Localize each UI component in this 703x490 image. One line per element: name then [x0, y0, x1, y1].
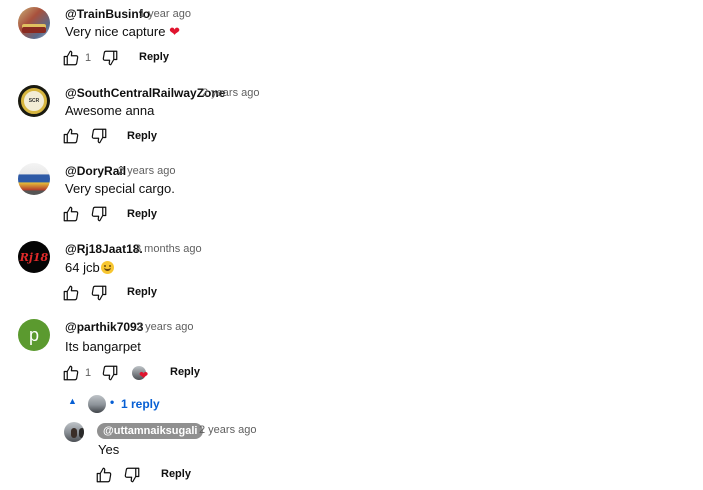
- thumb-down-icon[interactable]: [101, 364, 119, 382]
- comment-author[interactable]: @Rj18Jaat18.: [65, 242, 143, 256]
- replies-count-label: 1 reply: [121, 397, 160, 411]
- thumb-down-icon[interactable]: [101, 49, 119, 67]
- comment-author[interactable]: @DoryRail: [65, 164, 126, 178]
- reply-button[interactable]: Reply: [127, 286, 157, 298]
- reply-avatar-mini: [88, 395, 106, 413]
- thumb-down-icon[interactable]: [90, 127, 108, 145]
- thumb-up-icon[interactable]: [62, 364, 80, 382]
- comment-text: Very special cargo.: [65, 181, 175, 196]
- reply-button[interactable]: Reply: [127, 208, 157, 220]
- avatar[interactable]: [18, 163, 50, 195]
- avatar-letter: p: [28, 324, 39, 345]
- thumb-down-icon[interactable]: [123, 466, 141, 484]
- comment-time[interactable]: 1 year ago: [139, 8, 191, 20]
- avatar[interactable]: p: [18, 319, 50, 351]
- thumb-down-icon[interactable]: [90, 205, 108, 223]
- reply-button[interactable]: Reply: [139, 51, 169, 63]
- thumb-up-icon[interactable]: [62, 49, 80, 67]
- thumb-up-icon[interactable]: [62, 127, 80, 145]
- thumb-up-icon[interactable]: [95, 466, 113, 484]
- railway-logo-icon: SCR: [21, 88, 47, 114]
- avatar[interactable]: SCR: [18, 85, 50, 117]
- reply-time[interactable]: 2 years ago: [199, 424, 256, 436]
- thumb-up-icon[interactable]: [62, 284, 80, 302]
- thumb-down-icon[interactable]: [90, 284, 108, 302]
- avatar[interactable]: [64, 422, 84, 442]
- comment-text: 64 jcb: [65, 260, 114, 275]
- comment-text-content: Very nice capture: [65, 24, 166, 39]
- thumb-up-icon[interactable]: [62, 205, 80, 223]
- creator-heart-icon[interactable]: ❤: [132, 366, 150, 384]
- avatar[interactable]: [18, 7, 50, 39]
- caret-up-icon: ▲: [68, 396, 77, 406]
- comment-text: Very nice capture ❤: [65, 24, 180, 40]
- reply-button[interactable]: Reply: [127, 130, 157, 142]
- separator-dot: •: [110, 395, 115, 409]
- comment-text: Awesome anna: [65, 103, 155, 118]
- comment-time[interactable]: 2 years ago: [136, 321, 193, 333]
- heart-icon: ❤: [139, 370, 149, 382]
- like-count: 1: [85, 52, 92, 64]
- comment-time[interactable]: 2 years ago: [118, 165, 175, 177]
- like-count: 1: [85, 367, 92, 379]
- reply-author[interactable]: @uttamnaiksugali: [97, 423, 204, 439]
- reply-button[interactable]: Reply: [161, 468, 191, 480]
- smile-emoji-icon: [100, 261, 114, 274]
- comment-text: Its bangarpet: [65, 339, 141, 354]
- comment-time[interactable]: 2 years ago: [202, 87, 259, 99]
- avatar-logo-text: Rj18: [19, 250, 49, 264]
- heart-icon: ❤: [169, 24, 180, 39]
- reply-text: Yes: [98, 442, 120, 457]
- avatar[interactable]: Rj18: [18, 241, 50, 273]
- comment-author[interactable]: @parthik7093: [65, 320, 143, 334]
- comment-time[interactable]: 3 months ago: [135, 243, 202, 255]
- reply-button[interactable]: Reply: [170, 366, 200, 378]
- comment-author[interactable]: @TrainBusinfo: [65, 7, 150, 21]
- comment-text-content: 64 jcb: [65, 260, 100, 275]
